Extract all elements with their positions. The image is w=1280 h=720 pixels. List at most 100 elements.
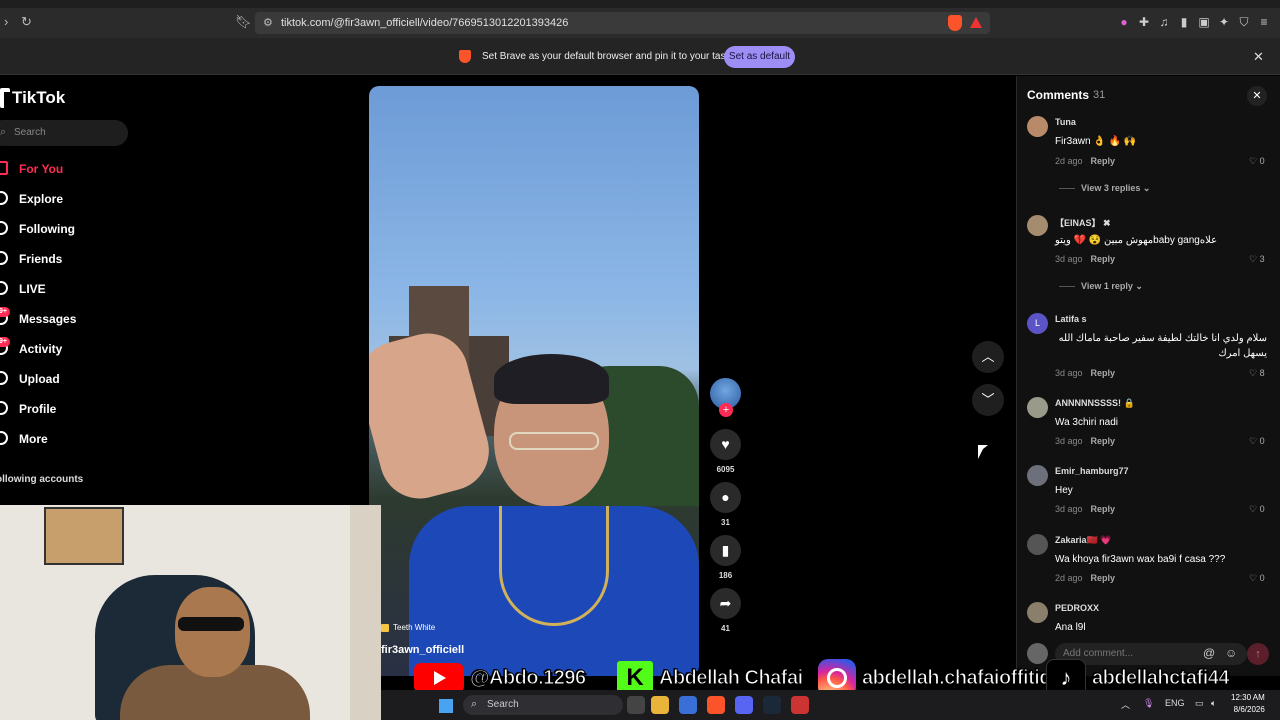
save-count: 186: [718, 571, 733, 580]
brave-shields-icon[interactable]: [948, 15, 962, 31]
address-bar[interactable]: ⚙ tiktok.com/@fir3awn_officiell/video/76…: [255, 12, 990, 34]
reply-button[interactable]: Reply: [1091, 573, 1116, 583]
comment-meta: 3d ago Reply: [1055, 436, 1116, 446]
reply-button[interactable]: Reply: [1091, 436, 1116, 446]
more-icon: [0, 431, 8, 445]
follow-plus-icon[interactable]: +: [719, 403, 733, 417]
vpn-icon[interactable]: ⛉: [1237, 15, 1251, 29]
share-button[interactable]: ➦: [710, 588, 741, 619]
task-view-icon[interactable]: [627, 696, 645, 714]
language-indicator[interactable]: ENG: [1165, 698, 1185, 708]
network-icon[interactable]: ▭: [1195, 698, 1204, 709]
system-clock[interactable]: 12:30 AM 8/6/2026: [1231, 692, 1265, 716]
comment-user[interactable]: ANNNNNSSSS! 🔒: [1055, 398, 1135, 409]
avatar[interactable]: [1027, 116, 1048, 137]
comment-button[interactable]: ●: [710, 482, 741, 513]
comment-meta: 2d ago Reply: [1055, 156, 1116, 166]
save-button[interactable]: ▮: [710, 535, 741, 566]
comment-text: مهوش مبين 😵 💔 ويتوbaby gangعلاه: [1055, 235, 1218, 246]
avatar[interactable]: [1027, 534, 1048, 555]
brave-rewards-icon[interactable]: [970, 17, 982, 28]
video-person-glasses: [509, 432, 599, 450]
youtube-icon: [414, 663, 464, 693]
streamer-face: [175, 587, 250, 677]
comments-count: 31: [1093, 89, 1106, 101]
view-replies-button[interactable]: View 3 replies ⌄: [1059, 183, 1150, 194]
reply-button[interactable]: Reply: [1091, 156, 1116, 166]
comment-user[interactable]: 【EINAS】 ✖: [1055, 216, 1111, 229]
comment-user[interactable]: Emir_hamburg77: [1055, 466, 1129, 476]
profile-icon: [0, 401, 8, 415]
file-explorer-icon[interactable]: [651, 696, 669, 714]
following-icon: [0, 221, 8, 235]
default-browser-infobar: Set Brave as your default browser and pi…: [0, 38, 1280, 75]
comment-like[interactable]: ♡ 0: [1249, 156, 1265, 167]
avatar[interactable]: [1027, 215, 1048, 236]
menu-icon[interactable]: ≡: [1257, 15, 1271, 29]
avatar[interactable]: [1027, 602, 1048, 623]
brave-icon[interactable]: [707, 696, 725, 714]
wallet-icon[interactable]: ▣: [1197, 15, 1211, 29]
mic-icon[interactable]: 🎙︎: [1143, 698, 1154, 709]
reply-button[interactable]: Reply: [1091, 254, 1116, 264]
app-icon[interactable]: [791, 696, 809, 714]
close-comments-button[interactable]: ✕: [1247, 86, 1267, 106]
next-video-button[interactable]: ﹀: [972, 384, 1004, 416]
comment-user[interactable]: Latifa s: [1055, 314, 1087, 324]
search-input[interactable]: ⌕ Search: [0, 120, 128, 146]
reply-button[interactable]: Reply: [1091, 504, 1116, 514]
video-person-hair: [494, 354, 609, 404]
video-author[interactable]: fir3awn_officiell: [381, 644, 464, 656]
sidebar-icon[interactable]: ▮: [1177, 15, 1191, 29]
tiktok-logo[interactable]: TikTok: [0, 88, 65, 108]
comment-meta: 3d ago Reply: [1055, 504, 1116, 514]
forward-icon[interactable]: ›: [4, 14, 8, 29]
steam-icon[interactable]: [763, 696, 781, 714]
chevron-up-icon: ︿: [981, 349, 995, 364]
extension-icon[interactable]: ●: [1117, 15, 1131, 29]
like-button[interactable]: ♥: [710, 429, 741, 460]
media-icon[interactable]: ♫: [1157, 15, 1171, 29]
door-edge: [350, 505, 381, 720]
site-settings-icon[interactable]: ⚙: [263, 16, 273, 29]
comment-like[interactable]: ♡ 0: [1249, 436, 1265, 447]
previous-video-button[interactable]: ︿: [972, 341, 1004, 373]
discord-icon[interactable]: [735, 696, 753, 714]
tray-chevron-icon[interactable]: ︿: [1121, 698, 1130, 711]
comment-count: 31: [721, 518, 730, 527]
url-text: tiktok.com/@fir3awn_officiell/video/7669…: [281, 17, 569, 29]
comment-like[interactable]: ♡ 8: [1249, 368, 1265, 379]
comment-text: Wa 3chiri nadi: [1055, 417, 1118, 428]
comment-like[interactable]: ♡ 0: [1249, 504, 1265, 515]
volume-icon[interactable]: 🔈︎: [1211, 698, 1216, 709]
wall-picture-frame: [44, 507, 124, 565]
mention-icon[interactable]: @: [1203, 646, 1215, 660]
avatar[interactable]: L: [1027, 313, 1048, 334]
chrome-icon[interactable]: [679, 696, 697, 714]
mouse-cursor: [978, 445, 988, 459]
comment-user[interactable]: PEDROXX: [1055, 603, 1099, 613]
windows-start-icon[interactable]: [439, 699, 453, 713]
leo-icon[interactable]: ✦: [1217, 15, 1231, 29]
activity-badge: 9+: [0, 337, 10, 347]
comment-icon: ●: [721, 489, 730, 505]
comment-like[interactable]: ♡ 3: [1249, 254, 1265, 265]
emoji-icon[interactable]: ☺: [1225, 646, 1237, 660]
set-default-button[interactable]: Set as default: [724, 46, 795, 68]
comment-user[interactable]: Zakaria🇲🇦 💗: [1055, 535, 1111, 546]
reply-button[interactable]: Reply: [1091, 368, 1116, 378]
taskbar-search[interactable]: ⌕ Search: [463, 695, 623, 715]
messages-badge: 9+: [0, 307, 10, 317]
close-icon[interactable]: ✕: [1253, 49, 1264, 65]
view-replies-button[interactable]: View 1 reply ⌄: [1059, 281, 1143, 292]
chevron-down-icon: ﹀: [981, 392, 995, 407]
comment-like[interactable]: ♡ 0: [1249, 573, 1265, 584]
avatar[interactable]: [1027, 465, 1048, 486]
reload-icon[interactable]: ↻: [21, 14, 32, 30]
video-player[interactable]: Teeth White fir3awn_officiell: [369, 86, 699, 676]
avatar[interactable]: [1027, 397, 1048, 418]
bookmark-icon[interactable]: 🔖︎: [235, 14, 252, 30]
puzzle-icon[interactable]: ✚: [1137, 15, 1151, 29]
comment-user[interactable]: Tuna: [1055, 117, 1076, 127]
video-product-tag[interactable]: Teeth White: [381, 623, 435, 632]
